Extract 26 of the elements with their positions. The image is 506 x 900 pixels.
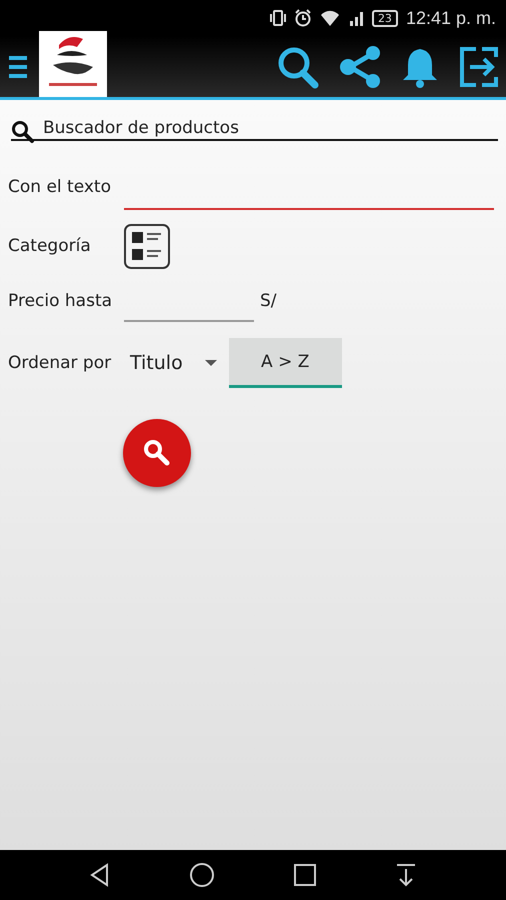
field-label: Categoría <box>8 236 92 256</box>
alarm-icon <box>294 9 312 27</box>
recents-icon[interactable] <box>293 863 317 887</box>
currency-label: S/ <box>260 291 277 311</box>
section-title: Buscador de productos <box>43 118 239 138</box>
battery-level: 23 <box>372 10 398 26</box>
field-label: Con el texto <box>8 177 112 197</box>
signal-icon <box>348 9 364 27</box>
search-icon <box>143 439 171 467</box>
dropdown-caret-icon <box>204 360 217 366</box>
field-label: Precio hasta <box>8 291 114 311</box>
exit-icon[interactable] <box>458 44 500 88</box>
home-icon[interactable] <box>189 862 215 888</box>
sort-dropdown[interactable]: Titulo <box>130 348 217 378</box>
wifi-icon <box>320 9 340 27</box>
back-icon[interactable] <box>89 863 111 887</box>
menu-icon[interactable] <box>9 54 27 80</box>
share-icon[interactable] <box>338 44 382 88</box>
category-list-button[interactable] <box>124 224 170 268</box>
dropdown-value: Titulo <box>130 352 183 374</box>
clock-time: 12:41 p. m. <box>406 8 496 28</box>
field-label: Ordenar por <box>8 353 112 373</box>
search-icon[interactable] <box>276 44 320 88</box>
search-button[interactable] <box>123 419 191 487</box>
vibrate-icon <box>270 9 286 27</box>
sort-order-button[interactable]: A > Z <box>228 338 342 388</box>
